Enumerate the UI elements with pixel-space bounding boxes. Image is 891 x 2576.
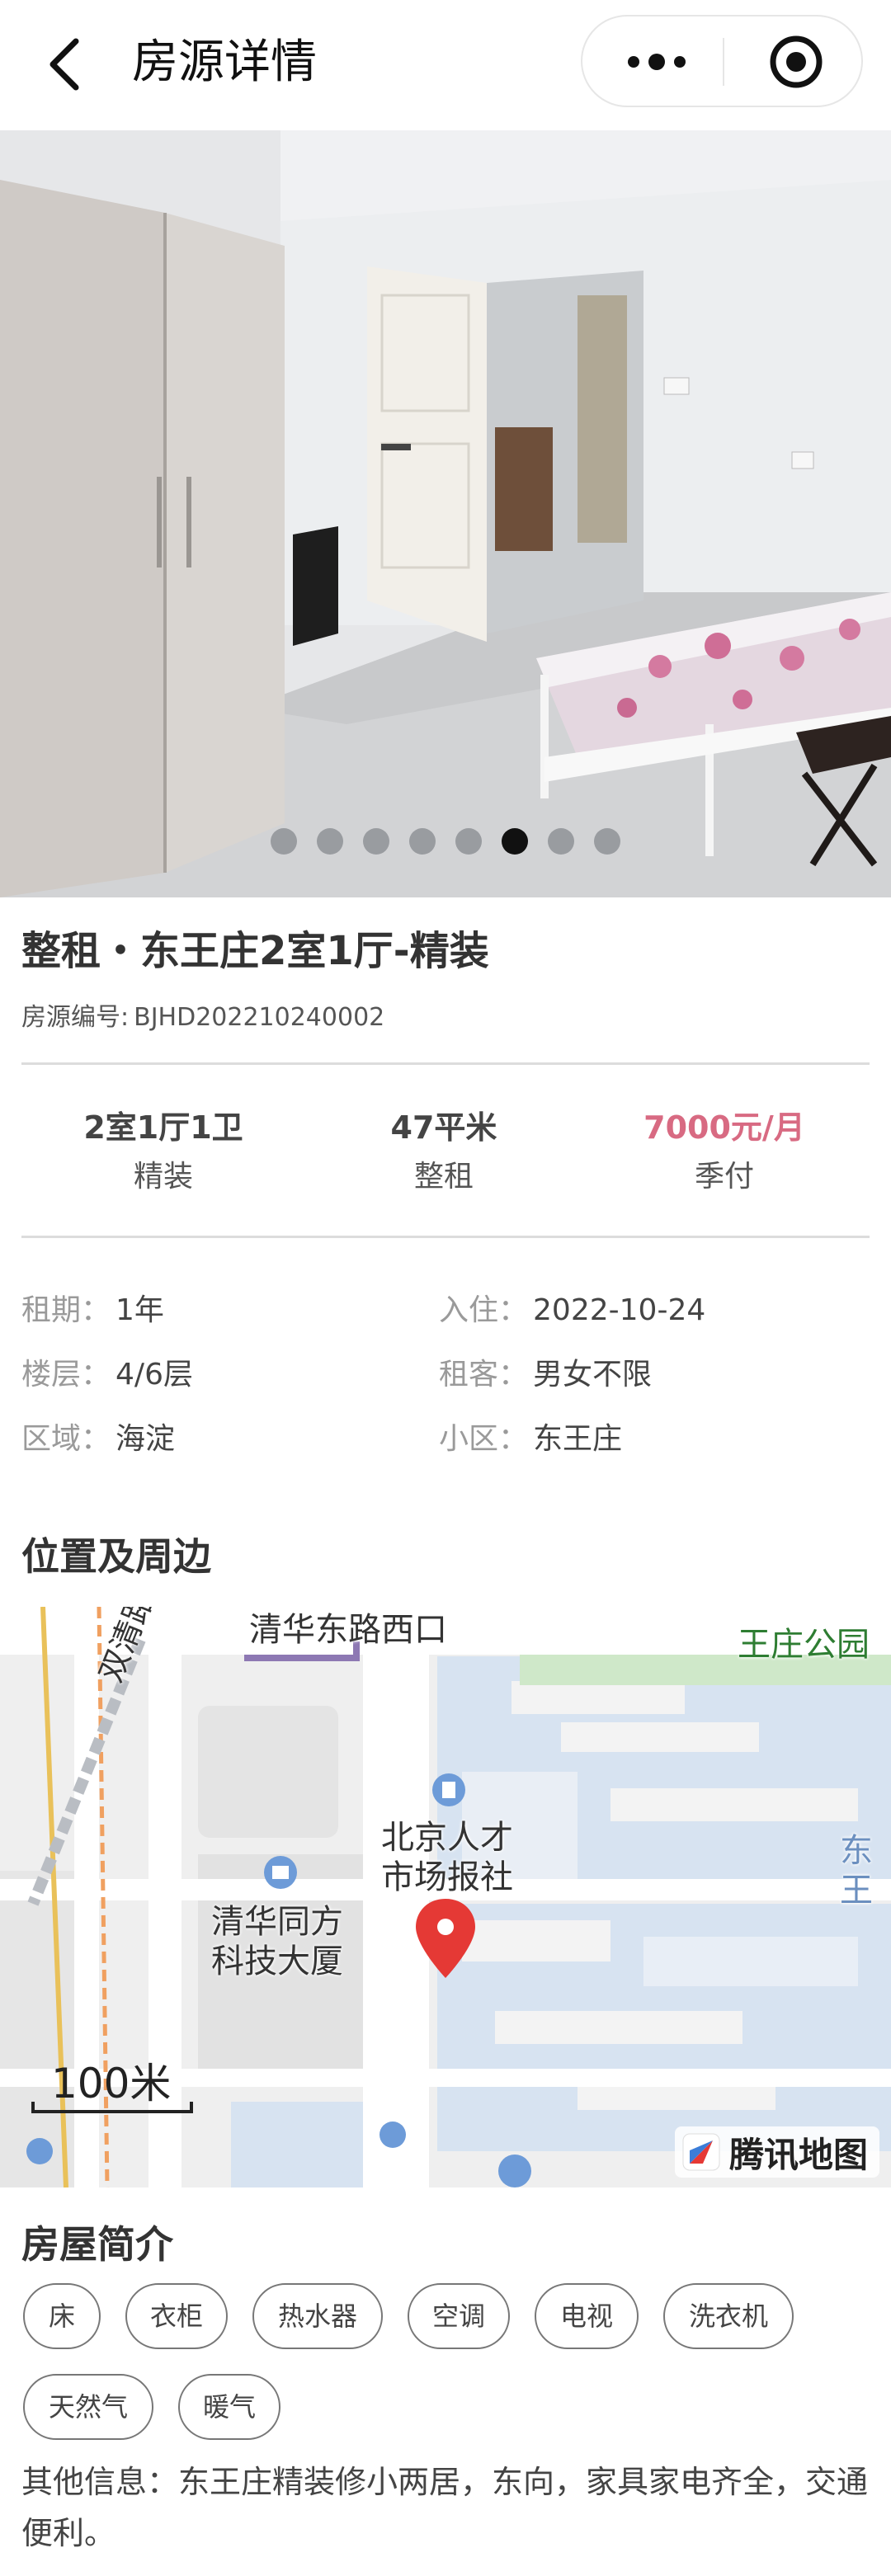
tencent-map-icon [682,2133,720,2171]
nav-header: 房源详情 [0,0,891,130]
amenity-tag: 衣柜 [125,2283,228,2349]
more-button[interactable] [615,38,698,86]
chevron-left-icon [50,38,79,91]
summary-decoration: 精装 [133,1160,193,1194]
listing-id-label: 房源编号: [21,1003,130,1032]
map-label-dong: 东王 [840,1832,873,1910]
detail-floor: 楼层： 4/6层 [21,1353,193,1397]
carousel-dot[interactable] [594,828,620,855]
summary-price-value: 7000元/月 [644,1109,805,1146]
summary-area-value: 47平米 [390,1109,497,1146]
summary-layout-value: 2室1厅1卫 [83,1109,243,1146]
location-section-title: 位置及周边 [21,1534,211,1579]
detail-key: 楼层 [21,1358,82,1392]
amenity-tag: 电视 [535,2283,639,2349]
page-title: 房源详情 [132,35,317,89]
detail-colon: ： [498,1358,529,1392]
detail-value: 4/6层 [116,1358,193,1392]
map-scale: 100米 [51,2060,172,2107]
amenity-tag: 空调 [408,2283,510,2349]
divider [21,1062,870,1065]
summary-payment: 季付 [694,1160,754,1194]
summary-area: 47平米 整租 [304,1104,584,1201]
detail-key: 小区 [439,1422,499,1456]
target-circle-icon [770,35,823,88]
detail-value: 东王庄 [533,1422,623,1456]
detail-key: 入住 [439,1293,499,1327]
map-label-tongfang-2: 科技大厦 [211,1943,343,1980]
detail-value: 男女不限 [533,1358,653,1392]
carousel-dot[interactable] [409,828,436,855]
divider [21,1236,870,1238]
carousel-dot[interactable] [363,828,389,855]
map-label-road: 清华东路西口 [249,1611,447,1649]
map-brand-text: 腾讯地图 [729,2134,869,2175]
carousel-dot[interactable] [271,828,297,855]
summary-price: 7000元/月 季付 [584,1104,865,1201]
carousel-dot[interactable] [317,828,343,855]
listing-title: 整租・东王庄2室1厅-精装 [21,928,489,974]
amenity-tag: 暖气 [178,2374,280,2440]
other-info: 其他信息：东王庄精装修小两居，东向，家具家电齐全，交通便利。 [21,2464,869,2551]
detail-value: 海淀 [116,1422,176,1456]
back-button[interactable] [43,35,92,94]
map-brand: 腾讯地图 [675,2126,880,2178]
listing-id-value: BJHD202210240002 [134,1003,385,1032]
carousel-dot[interactable] [548,828,574,855]
detail-key: 租客 [439,1358,499,1392]
listing-id: 房源编号: BJHD202210240002 [21,1000,384,1036]
detail-key: 租期 [21,1293,82,1327]
more-dots-icon [628,54,686,70]
amenity-tag: 天然气 [23,2374,153,2440]
summary-layout: 2室1厅1卫 精装 [23,1104,304,1201]
detail-district: 区域： 海淀 [21,1417,175,1462]
intro-section-title: 房屋简介 [21,2222,173,2267]
carousel-dot[interactable] [502,828,528,855]
summary-rent-type: 整租 [413,1160,474,1194]
detail-lease: 租期： 1年 [21,1288,164,1333]
amenity-tag: 床 [23,2283,101,2349]
detail-colon: ： [498,1293,529,1327]
detail-value: 2022-10-24 [533,1293,706,1327]
map-label-park: 王庄公园 [738,1626,870,1664]
amenity-tag: 热水器 [252,2283,383,2349]
detail-colon: ： [81,1358,111,1392]
close-miniprogram-button[interactable] [766,31,827,92]
detail-colon: ： [498,1422,529,1456]
room-photo [0,130,891,897]
detail-tenant: 租客： 男女不限 [439,1353,652,1397]
map-label-rencai-1: 北京人才 [381,1819,513,1857]
carousel-dot[interactable] [455,828,482,855]
map-label-tongfang-1: 清华同方 [211,1903,343,1941]
map-label-rencai-2: 市场报社 [381,1858,513,1896]
detail-colon: ： [81,1422,111,1456]
capsule-divider [723,38,724,86]
detail-movein: 入住： 2022-10-24 [439,1288,705,1333]
detail-key: 区域 [21,1422,82,1456]
detail-community: 小区： 东王庄 [439,1417,622,1462]
miniprogram-capsule [581,15,863,107]
photo-carousel[interactable] [0,130,891,897]
detail-value: 1年 [116,1293,164,1327]
carousel-indicator [0,828,891,858]
detail-colon: ： [81,1293,111,1327]
amenity-tag: 洗衣机 [663,2283,794,2349]
